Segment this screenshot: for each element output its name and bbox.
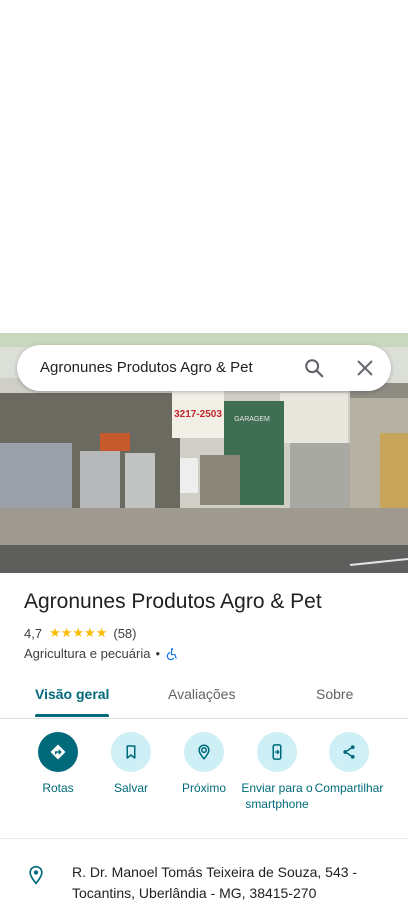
nearby-icon xyxy=(198,744,210,760)
location-pin-icon xyxy=(29,865,43,885)
review-count: (58) xyxy=(113,625,137,641)
tab-reviews[interactable]: Avaliações xyxy=(168,686,235,702)
search-input[interactable]: Agronunes Produtos Agro & Pet xyxy=(40,359,253,376)
save-label: Salvar xyxy=(113,781,148,795)
address-text: R. Dr. Manoel Tomás Teixeira de Souza, 5… xyxy=(72,864,358,901)
share-button[interactable]: Compartilhar xyxy=(309,732,389,796)
rating-value: 4,7 xyxy=(24,625,43,641)
divider xyxy=(0,838,408,839)
sign-garage: GARAGEM xyxy=(234,416,270,423)
search-icon[interactable] xyxy=(303,357,325,379)
place-title: Agronunes Produtos Agro & Pet xyxy=(24,590,322,613)
tab-overview[interactable]: Visão geral xyxy=(35,686,109,702)
nearby-button[interactable]: Próximo xyxy=(164,732,244,796)
separator-dot: • xyxy=(155,646,161,661)
share-label: Compartilhar xyxy=(314,781,384,795)
send-to-phone-label: Enviar para o smartphone xyxy=(241,781,313,811)
close-icon[interactable] xyxy=(354,357,376,379)
sign-phone: 3217-2503 xyxy=(174,409,222,420)
directions-label: Rotas xyxy=(42,781,74,795)
wheelchair-accessible-icon xyxy=(166,647,177,660)
share-icon xyxy=(343,745,355,759)
directions-button[interactable]: Rotas xyxy=(18,732,98,796)
map-area-blank xyxy=(0,0,408,333)
search-bar[interactable]: Agronunes Produtos Agro & Pet xyxy=(17,345,391,391)
send-to-phone-button[interactable]: Enviar para o smartphone xyxy=(237,732,317,812)
directions-icon xyxy=(50,744,66,760)
place-tabs: Visão geral Avaliações Sobre xyxy=(0,676,408,719)
star-rating-icon: ★★★★★ xyxy=(49,625,108,640)
tab-about[interactable]: Sobre xyxy=(316,686,353,702)
bookmark-icon xyxy=(126,745,136,759)
rating-row[interactable]: 4,7 ★★★★★ (58) xyxy=(24,625,136,641)
save-button[interactable]: Salvar xyxy=(91,732,171,796)
nearby-label: Próximo xyxy=(181,781,226,795)
action-buttons: Rotas Salvar Próximo Enviar para o smart… xyxy=(0,730,408,838)
place-category: Agricultura e pecuária xyxy=(24,646,151,661)
active-tab-indicator xyxy=(35,714,109,717)
send-to-phone-icon xyxy=(272,744,282,760)
category-row: Agricultura e pecuária • xyxy=(24,646,179,661)
